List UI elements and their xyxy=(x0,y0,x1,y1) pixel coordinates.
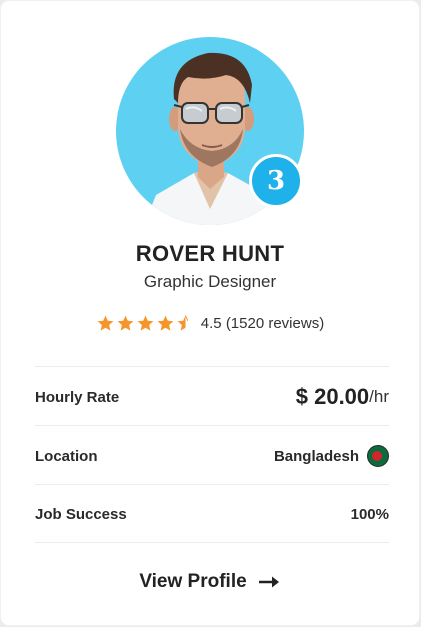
location-label: Location xyxy=(35,447,98,465)
hourly-rate-label: Hourly Rate xyxy=(35,388,120,406)
job-success-row: Job Success 100% xyxy=(35,494,389,534)
profile-card: 3 ROVER HUNT Graphic Designer 4.5 (1520 … xyxy=(1,1,419,625)
hourly-rate-value: $ 20.00/hr xyxy=(296,384,389,410)
star-icon xyxy=(97,315,114,331)
hourly-rate-row: Hourly Rate $ 20.00/hr xyxy=(35,377,389,417)
location-value-wrap: Bangladesh xyxy=(274,445,389,467)
divider xyxy=(35,484,389,485)
profile-title: Graphic Designer xyxy=(143,272,277,291)
job-success-label: Job Success xyxy=(35,505,127,523)
location-row: Location Bangladesh xyxy=(35,436,389,476)
arrow-right-icon xyxy=(258,576,279,588)
star-rating xyxy=(96,314,195,333)
divider xyxy=(35,425,389,426)
divider xyxy=(35,366,389,367)
view-profile-label: View Profile xyxy=(139,571,247,592)
location-value: Bangladesh xyxy=(273,447,359,465)
half-star-icon xyxy=(177,315,189,331)
avatar-container: 3 xyxy=(116,37,304,225)
divider xyxy=(35,542,389,543)
level-number: 3 xyxy=(266,166,286,196)
view-profile-button[interactable]: View Profile xyxy=(1,571,419,593)
bangladesh-flag-icon xyxy=(367,445,389,467)
level-badge: 3 xyxy=(249,154,303,208)
star-icon xyxy=(157,315,174,331)
rating-text: 4.5 (1520 reviews) xyxy=(200,315,325,332)
hourly-rate-unit: /hr xyxy=(369,387,389,406)
hourly-rate-amount: $ 20.00 xyxy=(295,384,370,409)
profile-name: ROVER HUNT xyxy=(135,241,285,266)
rating: 4.5 (1520 reviews) xyxy=(1,314,419,333)
star-icon xyxy=(137,315,154,331)
job-success-value: 100% xyxy=(350,505,389,523)
star-icon xyxy=(117,315,134,331)
